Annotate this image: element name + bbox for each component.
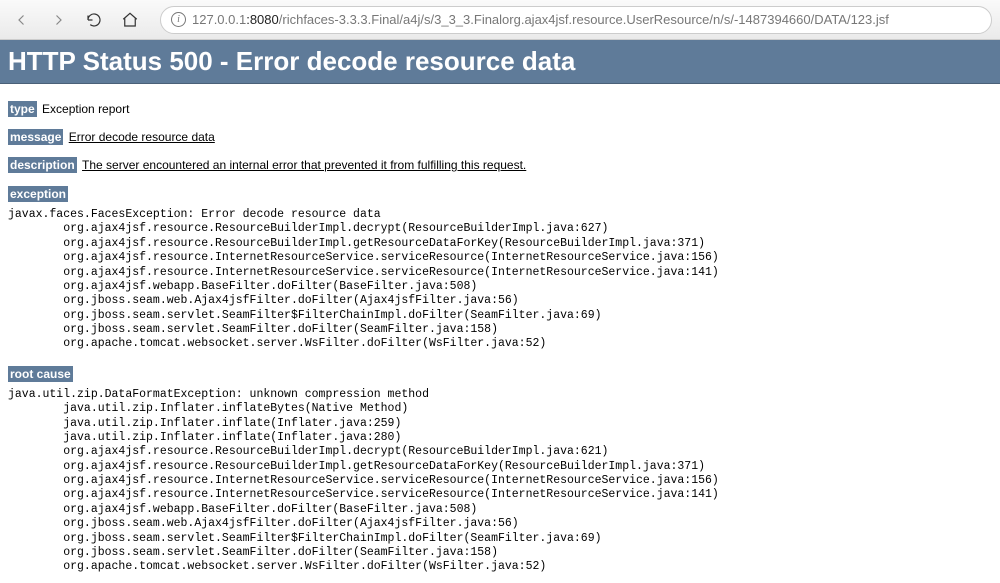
type-line: type Exception report xyxy=(8,102,992,116)
message-label: message xyxy=(8,129,63,145)
type-label: type xyxy=(8,101,37,117)
message-line: message Error decode resource data xyxy=(8,130,992,144)
reload-button[interactable] xyxy=(80,6,108,34)
root-cause-label: root cause xyxy=(8,366,73,382)
message-value: Error decode resource data xyxy=(69,130,215,144)
type-value: Exception report xyxy=(42,102,129,116)
url-text: 127.0.0.1:8080/richfaces-3.3.3.Final/a4j… xyxy=(192,12,889,27)
back-button[interactable] xyxy=(8,6,36,34)
exception-label: exception xyxy=(8,186,68,202)
status-banner: HTTP Status 500 - Error decode resource … xyxy=(0,40,1000,84)
site-info-icon[interactable]: i xyxy=(171,12,186,27)
description-label: description xyxy=(8,157,77,173)
url-bar[interactable]: i 127.0.0.1:8080/richfaces-3.3.3.Final/a… xyxy=(160,6,992,34)
error-body: type Exception report message Error deco… xyxy=(0,84,1000,583)
home-button[interactable] xyxy=(116,6,144,34)
url-segment-port: :8080 xyxy=(246,12,279,27)
root-cause-stack: java.util.zip.DataFormatException: unkno… xyxy=(8,388,992,575)
browser-toolbar: i 127.0.0.1:8080/richfaces-3.3.3.Final/a… xyxy=(0,0,1000,40)
reload-icon xyxy=(85,11,103,29)
arrow-right-icon xyxy=(49,11,67,29)
arrow-left-icon xyxy=(13,11,31,29)
url-segment-path: /richfaces-3.3.3.Final/a4j/s/3_3_3.Final… xyxy=(279,12,889,27)
url-segment-host: 127.0.0.1 xyxy=(192,12,246,27)
description-value: The server encountered an internal error… xyxy=(82,158,526,172)
exception-stack: javax.faces.FacesException: Error decode… xyxy=(8,208,992,352)
forward-button[interactable] xyxy=(44,6,72,34)
home-icon xyxy=(121,11,139,29)
description-line: description The server encountered an in… xyxy=(8,158,992,172)
page-content: HTTP Status 500 - Error decode resource … xyxy=(0,40,1000,583)
